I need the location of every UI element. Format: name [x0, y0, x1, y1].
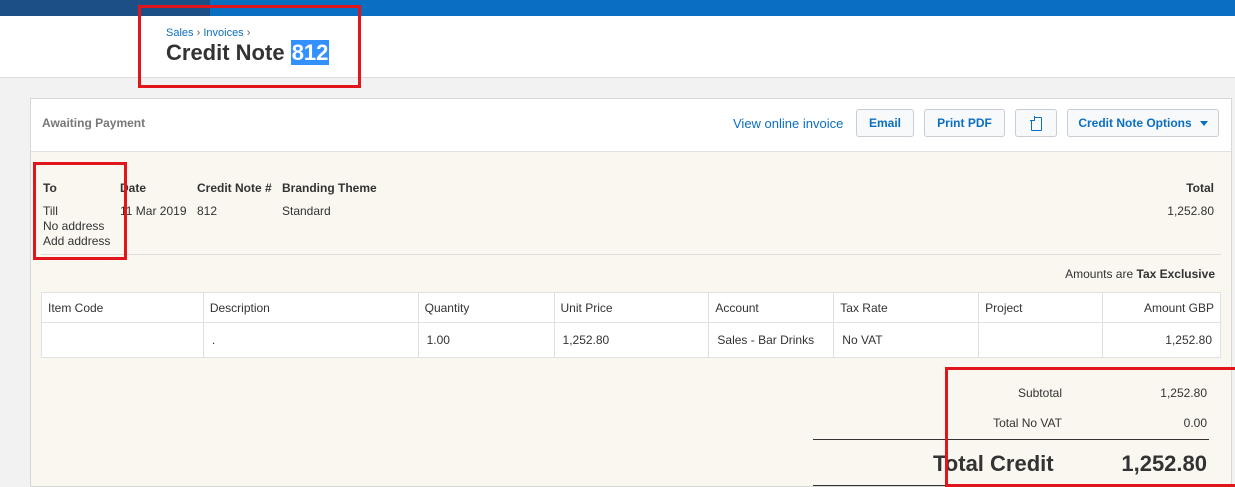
total-value: 1,252.80 — [1167, 204, 1214, 218]
credit-note-options-label: Credit Note Options — [1078, 116, 1192, 130]
cell-amount: 1,252.80 — [1102, 322, 1221, 358]
col-description: Description — [202, 292, 419, 323]
table-row: . 1.00 1,252.80 Sales - Bar Drinks No VA… — [41, 322, 1221, 358]
credit-note-number-value: 812 — [197, 204, 218, 218]
col-quantity: Quantity — [417, 292, 555, 323]
status-label: Awaiting Payment — [42, 116, 146, 130]
credit-note-number-label: Credit Note # — [197, 181, 272, 195]
cell-item-code — [41, 322, 204, 358]
line-items-table: Item Code Description Quantity Unit Pric… — [41, 292, 1221, 358]
highlight-box-totals — [945, 367, 1235, 487]
copy-icon — [1030, 116, 1042, 131]
highlight-box-contact — [33, 162, 127, 260]
panel-toolbar: Awaiting Payment View online invoice Ema… — [31, 99, 1231, 152]
col-project: Project — [978, 292, 1104, 323]
cell-unit-price: 1,252.80 — [553, 322, 710, 358]
branding-theme-label: Branding Theme — [282, 181, 377, 195]
cell-quantity: 1.00 — [417, 322, 555, 358]
total-label: Total — [1186, 181, 1214, 195]
col-tax-rate: Tax Rate — [833, 292, 980, 323]
print-pdf-button[interactable]: Print PDF — [924, 109, 1005, 137]
table-header-row: Item Code Description Quantity Unit Pric… — [41, 292, 1221, 323]
email-button[interactable]: Email — [856, 109, 914, 137]
date-value: 11 Mar 2019 — [120, 204, 187, 218]
cell-account: Sales - Bar Drinks — [708, 322, 835, 358]
cell-project — [978, 322, 1104, 358]
amounts-note-prefix: Amounts are — [1065, 267, 1134, 281]
cell-tax-rate: No VAT — [833, 322, 980, 358]
col-amount: Amount GBP — [1102, 292, 1221, 323]
col-item-code: Item Code — [41, 292, 204, 323]
highlight-box-title — [138, 5, 361, 88]
cell-description: . — [202, 322, 419, 358]
col-account: Account — [708, 292, 835, 323]
credit-note-options-button[interactable]: Credit Note Options — [1067, 109, 1219, 137]
branding-theme-value: Standard — [282, 204, 331, 218]
divider — [41, 254, 1221, 255]
copy-button[interactable] — [1015, 109, 1057, 137]
view-online-invoice-link[interactable]: View online invoice — [733, 116, 843, 131]
chevron-down-icon — [1199, 121, 1208, 127]
amounts-note-mode: Tax Exclusive — [1136, 267, 1216, 281]
amounts-note: Amounts are Tax Exclusive — [1065, 267, 1215, 281]
col-unit-price: Unit Price — [553, 292, 710, 323]
